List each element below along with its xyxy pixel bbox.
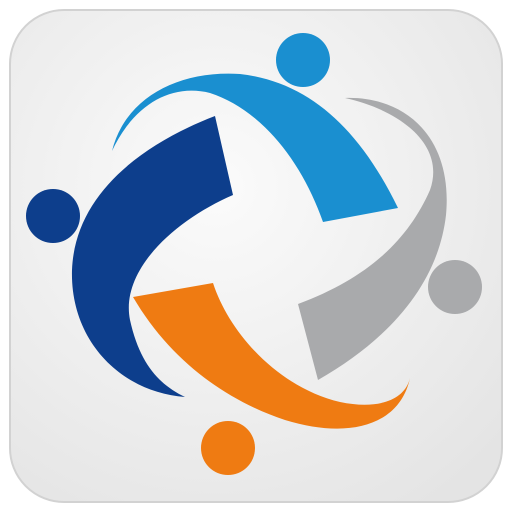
- light-blue-head: [276, 33, 330, 87]
- dark-blue-head: [26, 189, 80, 243]
- app-icon[interactable]: [8, 8, 504, 504]
- gray-head: [428, 260, 482, 314]
- app-icon-graphic: [9, 9, 503, 503]
- orange-head: [201, 421, 255, 475]
